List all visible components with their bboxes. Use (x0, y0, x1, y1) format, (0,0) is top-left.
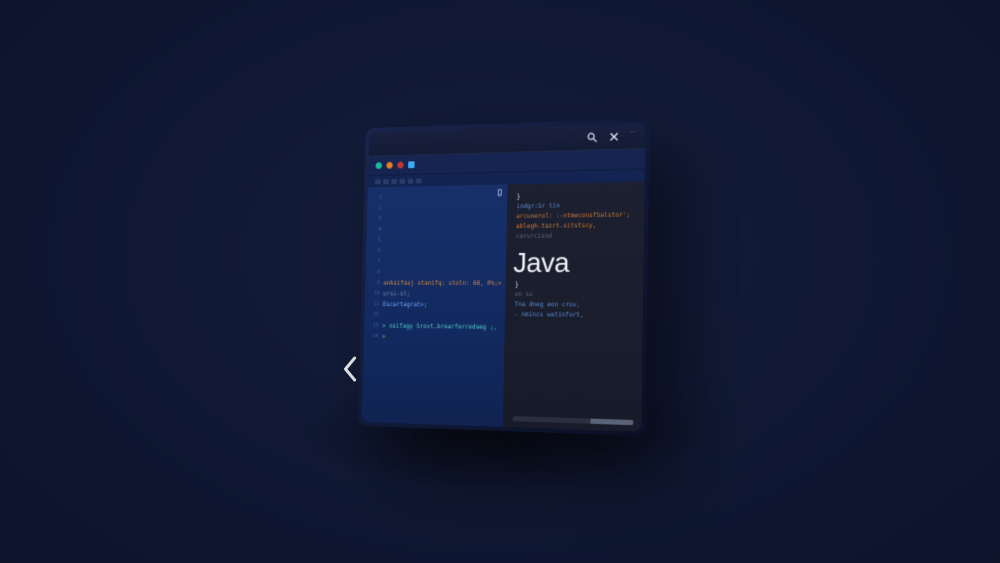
progress-fill (590, 418, 633, 425)
right-code-block-2: } on ss Tna dneg eon crov, - nmincs wati… (514, 280, 635, 321)
tab-stub[interactable] (408, 178, 414, 183)
code-token: - nmincs watinfort, (514, 310, 635, 321)
progress-bar (512, 416, 633, 425)
code-token: on ss (515, 290, 635, 301)
tab-stub[interactable] (400, 178, 406, 183)
traffic-light-orange[interactable] (386, 161, 392, 168)
code-token: > (382, 333, 386, 340)
traffic-light-red[interactable] (397, 161, 404, 168)
tab-stub[interactable] (391, 178, 397, 183)
search-icon[interactable] (586, 130, 598, 142)
tab-stub[interactable] (416, 178, 422, 183)
code-token: ursi-ol; (383, 290, 410, 297)
close-icon[interactable] (608, 129, 620, 141)
code-token: Tna dneg eon crov, (514, 300, 635, 311)
traffic-light-green[interactable] (375, 162, 381, 169)
language-label: Java (513, 257, 635, 267)
code-token: ablegh-tazrt.sitstscy, (516, 220, 636, 231)
code-token: > nsifagy Srovt.brearferredseg ;, (382, 322, 497, 330)
code-token: arcunerol: :-ntmeconsfSalstor'; (516, 210, 636, 222)
overflow-menu-icon[interactable]: ‥ (630, 124, 638, 133)
tab-stub[interactable] (383, 178, 389, 183)
window-tile-icon[interactable] (408, 161, 415, 168)
left-code: anksifasj stanifq: stoln: 66, 0%;> ursi-… (378, 184, 507, 426)
perspective-stage: ‥ (355, 126, 645, 426)
right-code-block-1: } indgr:Sr tin arcunerol: :-ntmeconsfSal… (516, 189, 637, 241)
right-editor-pane[interactable]: } indgr:Sr tin arcunerol: :-ntmeconsfSal… (502, 181, 644, 431)
code-token: carurcisnd (516, 230, 636, 241)
device-icon (495, 188, 503, 200)
code-brace: } (515, 280, 635, 290)
editor-body: 1234567891011121314 anksifasj stanifq: s… (362, 181, 645, 431)
code-token: anksifasj stanifq: stoln: 66, 0%;> (383, 279, 501, 286)
code-token: Escartagrat>; (383, 301, 428, 308)
left-editor-pane[interactable]: 1234567891011121314 anksifasj stanifq: s… (362, 184, 508, 426)
app-window: ‥ (362, 122, 646, 431)
tab-stub[interactable] (375, 179, 381, 184)
